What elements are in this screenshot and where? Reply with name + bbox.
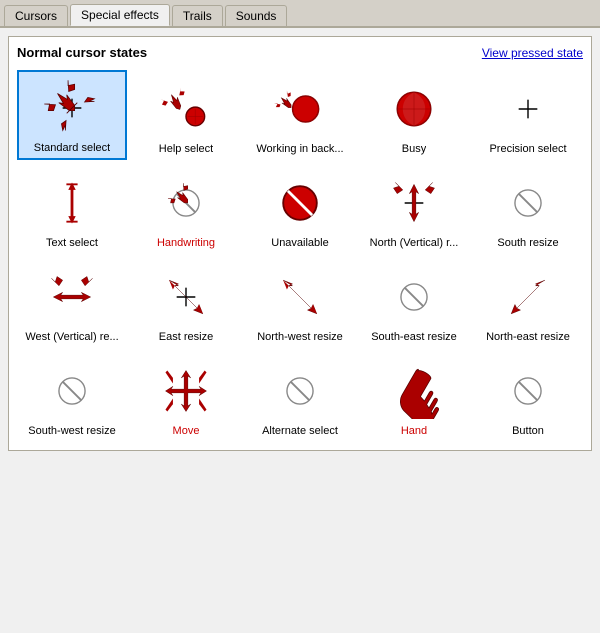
cursor-label-text-select: Text select bbox=[46, 237, 98, 249]
cursor-item-move[interactable]: Move bbox=[131, 352, 241, 442]
main-content: Normal cursor states View pressed state … bbox=[0, 28, 600, 633]
west-vertical-icon bbox=[42, 267, 102, 327]
northwest-resize-icon bbox=[270, 267, 330, 327]
cursor-item-west-vertical[interactable]: West (Vertical) re... bbox=[17, 258, 127, 348]
cursor-item-southwest-resize[interactable]: South-west resize bbox=[17, 352, 127, 442]
tab-sounds[interactable]: Sounds bbox=[225, 5, 288, 26]
cursor-item-precision-select[interactable]: Precision select bbox=[473, 70, 583, 160]
hand-icon bbox=[384, 361, 444, 421]
cursor-label-hand: Hand bbox=[401, 425, 427, 437]
cursor-item-northwest-resize[interactable]: North-west resize bbox=[245, 258, 355, 348]
cursor-label-west-vertical: West (Vertical) re... bbox=[25, 331, 118, 343]
button-icon bbox=[498, 361, 558, 421]
cursor-item-north-vertical[interactable]: North (Vertical) r... bbox=[359, 164, 469, 254]
view-pressed-state-link[interactable]: View pressed state bbox=[482, 46, 583, 60]
cursor-label-alternate-select: Alternate select bbox=[262, 425, 338, 437]
cursor-item-northeast-resize[interactable]: North-east resize bbox=[473, 258, 583, 348]
cursor-item-south-resize[interactable]: South resize bbox=[473, 164, 583, 254]
cursor-label-handwriting: Handwriting bbox=[157, 237, 215, 249]
cursor-label-unavailable: Unavailable bbox=[271, 237, 328, 249]
cursor-label-northwest-resize: North-west resize bbox=[257, 331, 343, 343]
cursor-item-help-select[interactable]: Help select bbox=[131, 70, 241, 160]
cursor-item-working-in-back[interactable]: Working in back... bbox=[245, 70, 355, 160]
cursor-label-northeast-resize: North-east resize bbox=[486, 331, 570, 343]
cursor-label-busy: Busy bbox=[402, 143, 426, 155]
tab-cursors[interactable]: Cursors bbox=[4, 5, 68, 26]
alternate-select-icon bbox=[270, 361, 330, 421]
cursor-item-east-resize[interactable]: East resize bbox=[131, 258, 241, 348]
cursor-item-hand[interactable]: Hand bbox=[359, 352, 469, 442]
cursor-label-standard-select: Standard select bbox=[34, 142, 110, 154]
cursor-item-southeast-resize[interactable]: South-east resize bbox=[359, 258, 469, 348]
cursor-label-south-resize: South resize bbox=[497, 237, 558, 249]
cursor-label-help-select: Help select bbox=[159, 143, 213, 155]
cursor-item-unavailable[interactable]: Unavailable bbox=[245, 164, 355, 254]
cursor-label-north-vertical: North (Vertical) r... bbox=[370, 237, 459, 249]
cursor-item-handwriting[interactable]: Handwriting bbox=[131, 164, 241, 254]
panel: Normal cursor states View pressed state … bbox=[8, 36, 592, 451]
cursor-label-east-resize: East resize bbox=[159, 331, 213, 343]
southwest-resize-icon bbox=[42, 361, 102, 421]
panel-title: Normal cursor states bbox=[17, 45, 147, 60]
standard-select-icon bbox=[42, 78, 102, 138]
cursor-item-alternate-select[interactable]: Alternate select bbox=[245, 352, 355, 442]
south-resize-icon bbox=[498, 173, 558, 233]
help-select-icon bbox=[156, 79, 216, 139]
cursor-item-busy[interactable]: Busy bbox=[359, 70, 469, 160]
precision-select-icon bbox=[498, 79, 558, 139]
cursor-label-southeast-resize: South-east resize bbox=[371, 331, 457, 343]
cursor-item-text-select[interactable]: Text select bbox=[17, 164, 127, 254]
cursor-item-standard-select[interactable]: Standard select bbox=[17, 70, 127, 160]
cursor-label-move: Move bbox=[173, 425, 200, 437]
cursor-label-precision-select: Precision select bbox=[489, 143, 566, 155]
cursor-label-southwest-resize: South-west resize bbox=[28, 425, 115, 437]
northeast-resize-icon bbox=[498, 267, 558, 327]
handwriting-icon bbox=[156, 173, 216, 233]
tab-special-effects[interactable]: Special effects bbox=[70, 4, 170, 26]
cursor-label-working-in-back: Working in back... bbox=[256, 143, 343, 155]
north-vertical-icon bbox=[384, 173, 444, 233]
busy-icon bbox=[384, 79, 444, 139]
cursor-label-button: Button bbox=[512, 425, 544, 437]
panel-header: Normal cursor states View pressed state bbox=[17, 45, 583, 60]
move-icon bbox=[156, 361, 216, 421]
cursor-grid: Standard select Help select Working in b… bbox=[17, 70, 583, 442]
cursor-item-button[interactable]: Button bbox=[473, 352, 583, 442]
tab-bar: Cursors Special effects Trails Sounds bbox=[0, 0, 600, 28]
text-select-icon bbox=[42, 173, 102, 233]
southeast-resize-icon bbox=[384, 267, 444, 327]
working-in-back-icon bbox=[270, 79, 330, 139]
unavailable-icon bbox=[270, 173, 330, 233]
tab-trails[interactable]: Trails bbox=[172, 5, 223, 26]
east-resize-icon bbox=[156, 267, 216, 327]
